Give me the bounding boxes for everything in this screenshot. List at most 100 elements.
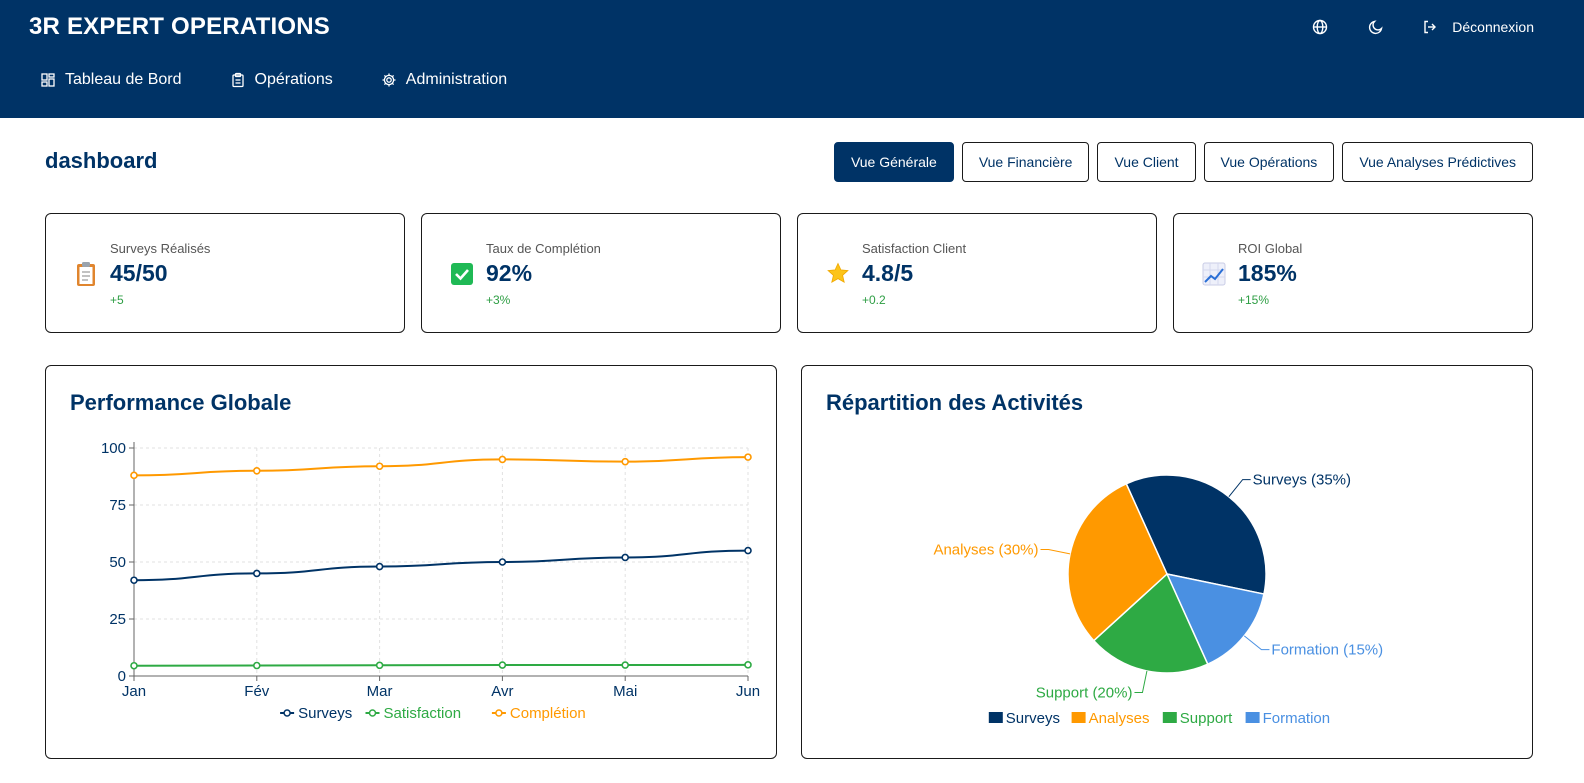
tab-vue-analyses-predictives[interactable]: Vue Analyses Prédictives: [1342, 142, 1533, 182]
line-chart: 0255075100Jan Fév Mar Avr Mai JunSurveys Satis…: [101, 440, 760, 722]
legend-label: Complétion: [510, 705, 586, 722]
y-tick-label: 25: [109, 611, 126, 628]
data-point: [744, 661, 752, 669]
legend-marker: [495, 709, 503, 717]
pie-label-line: [1040, 548, 1071, 555]
legend-label: Surveys: [1006, 710, 1060, 727]
legend-label: Surveys: [298, 705, 352, 722]
top-header: 3R EXPERT OPERATIONS Déconnexion Tableau…: [0, 0, 1584, 118]
chart-legend: Surveys Satisfaction Complétion: [280, 705, 586, 722]
x-tick-label: Fév: [244, 683, 270, 700]
legend-swatch: [1245, 712, 1260, 723]
x-tick-label: Jan: [122, 683, 146, 700]
kpi-delta: +15%: [1238, 293, 1270, 307]
kpi-delta: +0.2: [862, 293, 886, 307]
pie-label: Analyses (30%): [933, 541, 1038, 558]
data-point: [744, 453, 752, 461]
kpi-value: 45/50: [110, 260, 168, 286]
data-point: [130, 661, 138, 670]
kpi-label: Surveys Réalisés: [110, 241, 211, 256]
moon-icon[interactable]: [1366, 17, 1386, 37]
kpi-card-roi: ROI Global 185% +15%: [1173, 213, 1533, 333]
kpi-label: Taux de Complétion: [486, 241, 601, 256]
data-point: [253, 661, 261, 670]
x-tick-label: Mar: [367, 683, 393, 700]
tab-vue-operations[interactable]: Vue Opérations: [1203, 142, 1335, 182]
view-tabs: Vue Générale Vue Financière Vue Client V…: [826, 142, 1533, 182]
kpi-label: ROI Global: [1238, 241, 1303, 256]
clipboard-icon: [231, 72, 244, 88]
activities-chart-panel: Répartition des Activités Surveys (35%) F…: [801, 365, 1533, 759]
logout-label: Déconnexion: [1452, 19, 1534, 35]
pie-label: Support (20%): [1036, 684, 1133, 701]
nav-item-administration[interactable]: Administration: [381, 71, 507, 89]
legend-swatch: [1162, 712, 1177, 723]
tab-vue-financiere[interactable]: Vue Financière: [961, 142, 1090, 182]
kpi-value: 92%: [486, 260, 533, 286]
nav-item-label: Administration: [405, 71, 508, 88]
nav-item-label: Opérations: [254, 71, 333, 88]
gear-icon: [382, 73, 396, 87]
performance-chart-panel: Performance Globale 0 25 50 75 100 Jan Fév Mar A…: [45, 365, 777, 759]
legend-label: Analyses: [1089, 710, 1150, 727]
clipboard-emoji-icon: [74, 261, 98, 287]
nav-item-dashboard[interactable]: Tableau de Bord: [40, 71, 182, 89]
pie-label-line: [1134, 670, 1148, 693]
y-tick-label: 50: [109, 554, 126, 571]
y-tick-label: 75: [109, 497, 126, 514]
chart-increasing-icon: [1202, 261, 1226, 287]
chart-legend: Surveys Analyses Support Formation: [988, 710, 1331, 727]
data-point: [621, 661, 630, 669]
legend-swatch: [988, 712, 1003, 723]
legend-label: Satisfaction: [384, 705, 462, 722]
series-line-surveys: [133, 549, 749, 582]
kpi-value: 4.8/5: [862, 260, 914, 286]
kpi-delta: +5: [110, 293, 124, 307]
series-line-complétion: [133, 456, 749, 477]
tab-vue-generale[interactable]: Vue Générale: [833, 142, 954, 182]
data-point: [744, 546, 752, 555]
data-point: [130, 471, 138, 480]
kpi-row: Surveys Réalisés 45/50 +5 Taux de Complé…: [45, 213, 1533, 333]
kpi-card-surveys: Surveys Réalisés 45/50 +5: [45, 213, 405, 333]
legend-label: Support: [1180, 710, 1233, 727]
legend-swatch: [1071, 712, 1086, 723]
check-box-icon: [450, 261, 474, 287]
data-point: [621, 457, 630, 466]
pie-label-line: [1243, 635, 1270, 651]
legend-label: Formation: [1263, 710, 1331, 727]
legend-marker: [283, 709, 291, 717]
pie-label: Surveys (35%): [1253, 472, 1351, 489]
app-title: 3R EXPERT OPERATIONS: [29, 13, 330, 40]
legend-marker: [368, 709, 377, 717]
x-tick-label: Jun: [736, 683, 760, 700]
data-point: [498, 558, 507, 566]
data-point: [253, 467, 261, 475]
kpi-label: Satisfaction Client: [862, 241, 967, 256]
kpi-card-satisfaction: Satisfaction Client 4.8/5 +0.2: [797, 213, 1157, 333]
x-tick-label: Avr: [491, 683, 513, 700]
pie-chart: Surveys (35%) Formation (15%) Support (20%…: [933, 472, 1383, 727]
data-point: [498, 661, 507, 669]
pie-label-line: [1228, 479, 1251, 498]
y-tick-label: 100: [101, 440, 126, 457]
globe-icon[interactable]: [1310, 17, 1330, 37]
pie-label: Formation (15%): [1271, 642, 1383, 659]
kpi-card-completion: Taux de Complétion 92% +3%: [421, 213, 781, 333]
nav-item-operations[interactable]: Opérations: [230, 71, 333, 89]
data-point: [621, 553, 630, 562]
data-point: [253, 569, 261, 578]
star-icon: [826, 261, 850, 287]
data-point: [375, 562, 384, 571]
header-actions: Déconnexion: [1310, 16, 1534, 38]
data-point: [375, 661, 384, 670]
logout-icon: [1424, 20, 1437, 34]
nav-item-label: Tableau de Bord: [65, 71, 182, 88]
data-point: [130, 576, 138, 585]
tab-vue-client[interactable]: Vue Client: [1097, 142, 1196, 182]
logout-button[interactable]: Déconnexion: [1422, 19, 1534, 35]
series-line-satisfaction: [133, 663, 749, 667]
data-point: [498, 455, 507, 464]
dashboard-icon: [41, 73, 55, 87]
page-title: dashboard: [45, 148, 158, 173]
